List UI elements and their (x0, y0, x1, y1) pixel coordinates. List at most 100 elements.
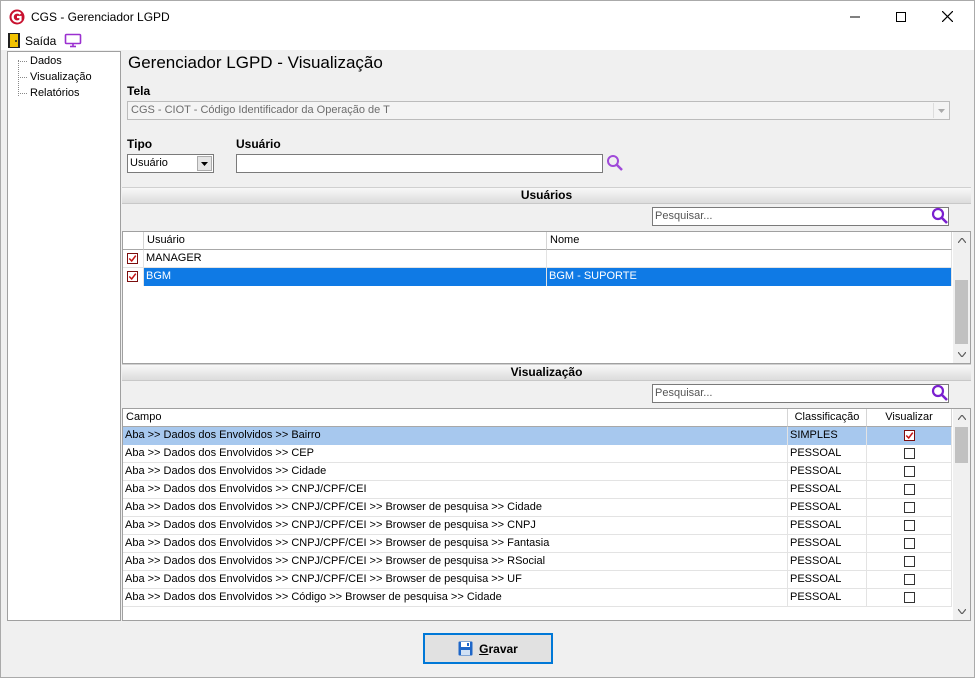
row-visualizar-cell[interactable] (867, 481, 952, 499)
row-visualizar-cell[interactable] (867, 427, 952, 445)
page-title: Gerenciador LGPD - Visualização (128, 53, 383, 72)
minimize-icon (850, 16, 860, 17)
row-classificacao: PESSOAL (788, 445, 867, 463)
maximize-icon (896, 11, 906, 22)
visualizacao-scrollbar[interactable] (953, 409, 970, 620)
search-icon[interactable] (606, 154, 624, 172)
unchecked-checkbox-icon[interactable] (904, 520, 915, 531)
monitor-icon[interactable] (64, 33, 82, 48)
usuarios-search-input[interactable]: Pesquisar... (652, 207, 949, 226)
table-row[interactable]: Aba >> Dados dos Envolvidos >> CNPJ/CPF/… (123, 535, 952, 553)
scrollbar-thumb[interactable] (955, 280, 968, 344)
unchecked-checkbox-icon[interactable] (904, 466, 915, 477)
save-button[interactable]: Gravar (423, 633, 553, 664)
save-button-label: Gravar (479, 641, 518, 656)
close-icon (941, 11, 953, 22)
tree-item-visualizacao[interactable]: Visualização (16, 70, 92, 84)
row-visualizar-cell[interactable] (867, 553, 952, 571)
navigation-tree: Dados Visualização Relatórios (7, 51, 121, 621)
checked-checkbox-icon[interactable] (127, 253, 138, 264)
table-row[interactable]: Aba >> Dados dos Envolvidos >> Código >>… (123, 589, 952, 607)
table-row[interactable]: Aba >> Dados dos Envolvidos >> CNPJ/CPF/… (123, 517, 952, 535)
chevron-up-icon[interactable] (953, 409, 970, 426)
table-row[interactable]: BGM BGM - SUPORTE (123, 268, 952, 286)
row-checkbox-cell[interactable] (123, 268, 144, 286)
minimize-button[interactable] (832, 1, 878, 32)
tela-select-value: CGS - CIOT - Código Identificador da Ope… (131, 104, 390, 116)
unchecked-checkbox-icon[interactable] (904, 556, 915, 567)
row-classificacao: PESSOAL (788, 463, 867, 481)
row-campo: Aba >> Dados dos Envolvidos >> Código >>… (123, 589, 788, 607)
exit-door-icon[interactable] (8, 33, 20, 48)
usuarios-section-header: Usuários (122, 187, 971, 204)
row-classificacao: PESSOAL (788, 517, 867, 535)
grid-header-check (123, 232, 144, 250)
search-icon[interactable] (931, 207, 949, 225)
window-title: CGS - Gerenciador LGPD (31, 10, 170, 24)
table-row[interactable]: Aba >> Dados dos Envolvidos >> Bairro SIM… (123, 427, 952, 445)
row-classificacao: PESSOAL (788, 481, 867, 499)
chevron-down-icon[interactable] (197, 156, 212, 171)
row-checkbox-cell[interactable] (123, 250, 144, 268)
row-campo: Aba >> Dados dos Envolvidos >> CNPJ/CPF/… (123, 571, 788, 589)
grid-header-visualizar[interactable]: Visualizar (867, 409, 952, 427)
row-campo: Aba >> Dados dos Envolvidos >> CNPJ/CPF/… (123, 481, 788, 499)
unchecked-checkbox-icon[interactable] (904, 484, 915, 495)
main-panel: Gerenciador LGPD - Visualização Tela CGS… (122, 51, 971, 621)
row-visualizar-cell[interactable] (867, 499, 952, 517)
search-icon[interactable] (931, 384, 949, 402)
tree-item-relatorios[interactable]: Relatórios (16, 86, 80, 100)
exit-menu-item[interactable]: Saída (25, 34, 56, 48)
row-classificacao: PESSOAL (788, 535, 867, 553)
row-visualizar-cell[interactable] (867, 589, 952, 607)
floppy-disk-icon (458, 641, 473, 656)
row-campo: Aba >> Dados dos Envolvidos >> Cidade (123, 463, 788, 481)
table-row[interactable]: Aba >> Dados dos Envolvidos >> CNPJ/CPF/… (123, 553, 952, 571)
unchecked-checkbox-icon[interactable] (904, 574, 915, 585)
table-row[interactable]: Aba >> Dados dos Envolvidos >> Cidade PES… (123, 463, 952, 481)
usuarios-scrollbar[interactable] (953, 232, 970, 363)
row-classificacao: PESSOAL (788, 571, 867, 589)
row-visualizar-cell[interactable] (867, 535, 952, 553)
maximize-button[interactable] (878, 1, 924, 32)
row-classificacao: PESSOAL (788, 553, 867, 571)
chevron-up-icon[interactable] (953, 232, 970, 249)
row-classificacao: PESSOAL (788, 589, 867, 607)
table-row[interactable]: Aba >> Dados dos Envolvidos >> CEP PESSOA… (123, 445, 952, 463)
scrollbar-thumb[interactable] (955, 427, 968, 463)
chevron-down-icon[interactable] (953, 603, 970, 620)
chevron-down-icon[interactable] (953, 346, 970, 363)
unchecked-checkbox-icon[interactable] (904, 538, 915, 549)
grid-header-campo[interactable]: Campo (123, 409, 788, 427)
row-campo: Aba >> Dados dos Envolvidos >> CNPJ/CPF/… (123, 535, 788, 553)
row-campo: Aba >> Dados dos Envolvidos >> CNPJ/CPF/… (123, 499, 788, 517)
row-classificacao: PESSOAL (788, 499, 867, 517)
table-row[interactable]: Aba >> Dados dos Envolvidos >> CNPJ/CPF/… (123, 481, 952, 499)
checked-checkbox-icon[interactable] (127, 271, 138, 282)
row-visualizar-cell[interactable] (867, 571, 952, 589)
row-visualizar-cell[interactable] (867, 445, 952, 463)
table-row[interactable]: Aba >> Dados dos Envolvidos >> CNPJ/CPF/… (123, 499, 952, 517)
grid-header-classificacao[interactable]: Classificação (788, 409, 867, 427)
row-visualizar-cell[interactable] (867, 463, 952, 481)
close-button[interactable] (924, 1, 970, 32)
row-classificacao: SIMPLES (788, 427, 867, 445)
row-campo: Aba >> Dados dos Envolvidos >> Bairro (123, 427, 788, 445)
unchecked-checkbox-icon[interactable] (904, 502, 915, 513)
unchecked-checkbox-icon[interactable] (904, 592, 915, 603)
table-row[interactable]: MANAGER (123, 250, 952, 268)
tipo-select[interactable]: Usuário (127, 154, 214, 173)
grid-header-nome[interactable]: Nome (547, 232, 952, 250)
table-row[interactable]: Aba >> Dados dos Envolvidos >> CNPJ/CPF/… (123, 571, 952, 589)
usuario-input[interactable] (236, 154, 603, 173)
tree-item-dados[interactable]: Dados (16, 54, 62, 68)
row-visualizar-cell[interactable] (867, 517, 952, 535)
unchecked-checkbox-icon[interactable] (904, 448, 915, 459)
visualizacao-search-input[interactable]: Pesquisar... (652, 384, 949, 403)
row-usuario: MANAGER (144, 250, 547, 268)
tela-select: CGS - CIOT - Código Identificador da Ope… (127, 101, 950, 120)
grid-header-usuario[interactable]: Usuário (144, 232, 547, 250)
row-usuario: BGM (144, 268, 547, 286)
checked-checkbox-icon[interactable] (904, 430, 915, 441)
row-campo: Aba >> Dados dos Envolvidos >> CNPJ/CPF/… (123, 517, 788, 535)
